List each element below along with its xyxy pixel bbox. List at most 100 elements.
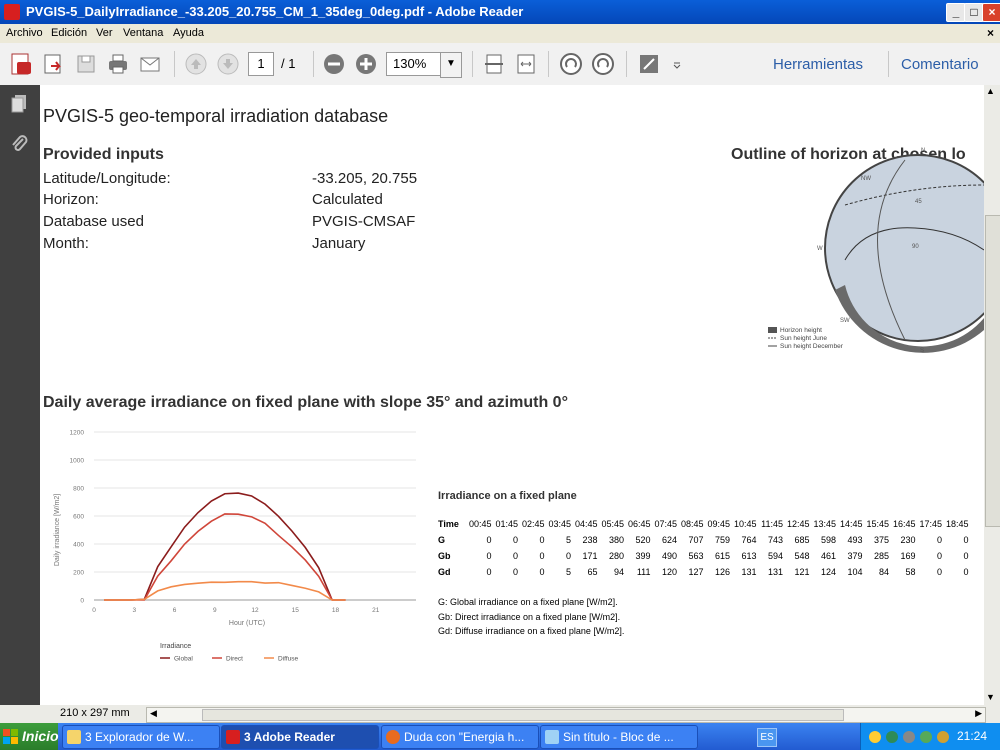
table-row-label: G: [438, 535, 446, 545]
tray-network-icon[interactable]: [869, 731, 881, 743]
tray-security-icon[interactable]: [903, 731, 915, 743]
table-cell: 0: [963, 567, 969, 577]
table-header-cell: 02:45: [521, 519, 545, 529]
table-header-cell: 15:45: [866, 519, 889, 529]
horizontal-scrollbar[interactable]: ◀ ▶: [146, 707, 986, 723]
table-cell: 0: [565, 551, 571, 561]
table-header-cell: 13:45: [813, 519, 836, 529]
inputs-title: Provided inputs: [43, 146, 164, 163]
y-tick-label: 800: [73, 486, 84, 493]
vertical-scrollbar[interactable]: ▲ ▼: [984, 85, 1000, 705]
table-cell: 127: [688, 567, 704, 577]
document-viewport[interactable]: PVGIS-5 geo-temporal irradiation databas…: [40, 85, 984, 705]
fit-width-icon[interactable]: [514, 52, 538, 76]
scroll-right-icon[interactable]: ▶: [975, 708, 982, 719]
table-header-time: Time: [438, 519, 459, 529]
toolbar-options-icon[interactable]: [671, 52, 683, 76]
maximize-button[interactable]: □: [964, 3, 984, 22]
attachment-icon[interactable]: [9, 133, 29, 153]
save-icon[interactable]: [74, 52, 98, 76]
table-cell: 563: [688, 551, 704, 561]
close-document-icon[interactable]: ×: [987, 26, 994, 40]
menu-ayuda[interactable]: Ayuda: [173, 27, 204, 39]
table-header-cell: 09:45: [707, 519, 730, 529]
taskbar-explorer[interactable]: 3 Explorador de W...: [62, 725, 220, 749]
x-tick-label: 15: [292, 607, 300, 614]
legend-label-global: Global: [174, 656, 193, 663]
scroll-down-icon[interactable]: ▼: [986, 692, 995, 702]
zoom-in-icon[interactable]: [354, 52, 378, 76]
chart-ylabel: Daily irradiance [W/m2]: [54, 494, 61, 566]
system-tray: 21:24: [860, 723, 1000, 750]
series-line-global: [104, 492, 346, 601]
taskbar: Inicio 3 Explorador de W... 3 Adobe Read…: [0, 723, 1000, 750]
print-icon[interactable]: [106, 52, 130, 76]
table-cell: 598: [820, 535, 836, 545]
x-tick-label: 12: [251, 607, 259, 614]
fullscreen-icon[interactable]: [637, 52, 661, 76]
chevron-down-icon[interactable]: ▼: [440, 52, 462, 78]
table-header-cell: 18:45: [945, 519, 969, 529]
scroll-thumb[interactable]: [985, 215, 1000, 527]
table-cell: 493: [847, 535, 863, 545]
rotate-right-icon[interactable]: [591, 52, 615, 76]
previous-page-icon[interactable]: [184, 52, 208, 76]
table-cell: 624: [661, 535, 677, 545]
start-button[interactable]: Inicio: [0, 723, 59, 750]
table-cell: 131: [741, 567, 757, 577]
taskbar-adobe-reader[interactable]: 3 Adobe Reader: [221, 725, 379, 749]
fit-page-icon[interactable]: [482, 52, 506, 76]
legend-label-direct: Direct: [226, 656, 243, 663]
taskbar-notepad[interactable]: Sin título - Bloc de ...: [540, 725, 698, 749]
scroll-left-icon[interactable]: ◀: [150, 708, 157, 719]
note-diffuse: Gd: Diffuse irradiance on a fixed plane …: [438, 626, 625, 636]
y-tick-label: 1000: [70, 458, 85, 465]
input-label-horizon: Horizon:: [43, 191, 99, 208]
menu-edicion[interactable]: Edición: [51, 27, 87, 39]
y-tick-label: 600: [73, 514, 84, 521]
comment-tab[interactable]: Comentario: [901, 56, 979, 73]
table-cell: 5: [565, 567, 571, 577]
create-pdf-icon[interactable]: [9, 52, 33, 76]
table-cell: 615: [714, 551, 730, 561]
zoom-out-icon[interactable]: [322, 52, 346, 76]
rotate-left-icon[interactable]: [559, 52, 583, 76]
navigation-pane: [0, 85, 40, 705]
table-cell: 490: [661, 551, 677, 561]
tray-app-icon[interactable]: [937, 731, 949, 743]
close-window-button[interactable]: ×: [982, 3, 1000, 22]
windows-logo-icon: [3, 729, 18, 744]
daily-title: Daily average irradiance on fixed plane …: [43, 394, 568, 411]
table-cell: 0: [539, 551, 545, 561]
y-tick-label: 0: [80, 598, 84, 605]
tray-update-icon[interactable]: [920, 731, 932, 743]
irradiance-table: Time 00:45 01:45 02:45 03:45 04:45 05:45 06:45 0…: [438, 516, 969, 580]
page-number-input[interactable]: 1: [248, 52, 274, 76]
menu-ver[interactable]: Ver: [96, 27, 113, 39]
scroll-up-icon[interactable]: ▲: [986, 86, 995, 96]
table-row: Gb 0 0 0 0 171 280 399 490 563 615 613 594 548 461 379 2…: [438, 548, 969, 564]
minimize-button[interactable]: _: [946, 3, 966, 22]
hscroll-thumb[interactable]: [202, 709, 844, 721]
title-bar: PVGIS-5_DailyIrradiance_-33.205_20.755_C…: [0, 0, 1000, 24]
table-header-cell: 08:45: [680, 519, 704, 529]
table-cell: 0: [936, 567, 942, 577]
table-cell: 111: [636, 567, 651, 577]
tray-ie-icon[interactable]: [886, 731, 898, 743]
table-cell: 399: [635, 551, 651, 561]
page-size-label: 210 x 297 mm: [60, 707, 130, 719]
start-label: Inicio: [22, 728, 59, 744]
email-icon[interactable]: [138, 52, 162, 76]
menu-archivo[interactable]: Archivo: [6, 27, 43, 39]
table-cell: 0: [539, 567, 545, 577]
table-header-cell: 12:45: [786, 519, 810, 529]
next-page-icon[interactable]: [216, 52, 240, 76]
compass-sw-label: SW: [840, 318, 850, 324]
language-indicator[interactable]: ES: [757, 728, 777, 747]
open-icon[interactable]: [41, 52, 65, 76]
folder-icon: [67, 730, 81, 744]
pages-icon[interactable]: [9, 93, 29, 113]
menu-ventana[interactable]: Ventana: [123, 27, 163, 39]
taskbar-firefox[interactable]: Duda con "Energia h...: [381, 725, 539, 749]
tools-tab[interactable]: Herramientas: [773, 56, 863, 73]
